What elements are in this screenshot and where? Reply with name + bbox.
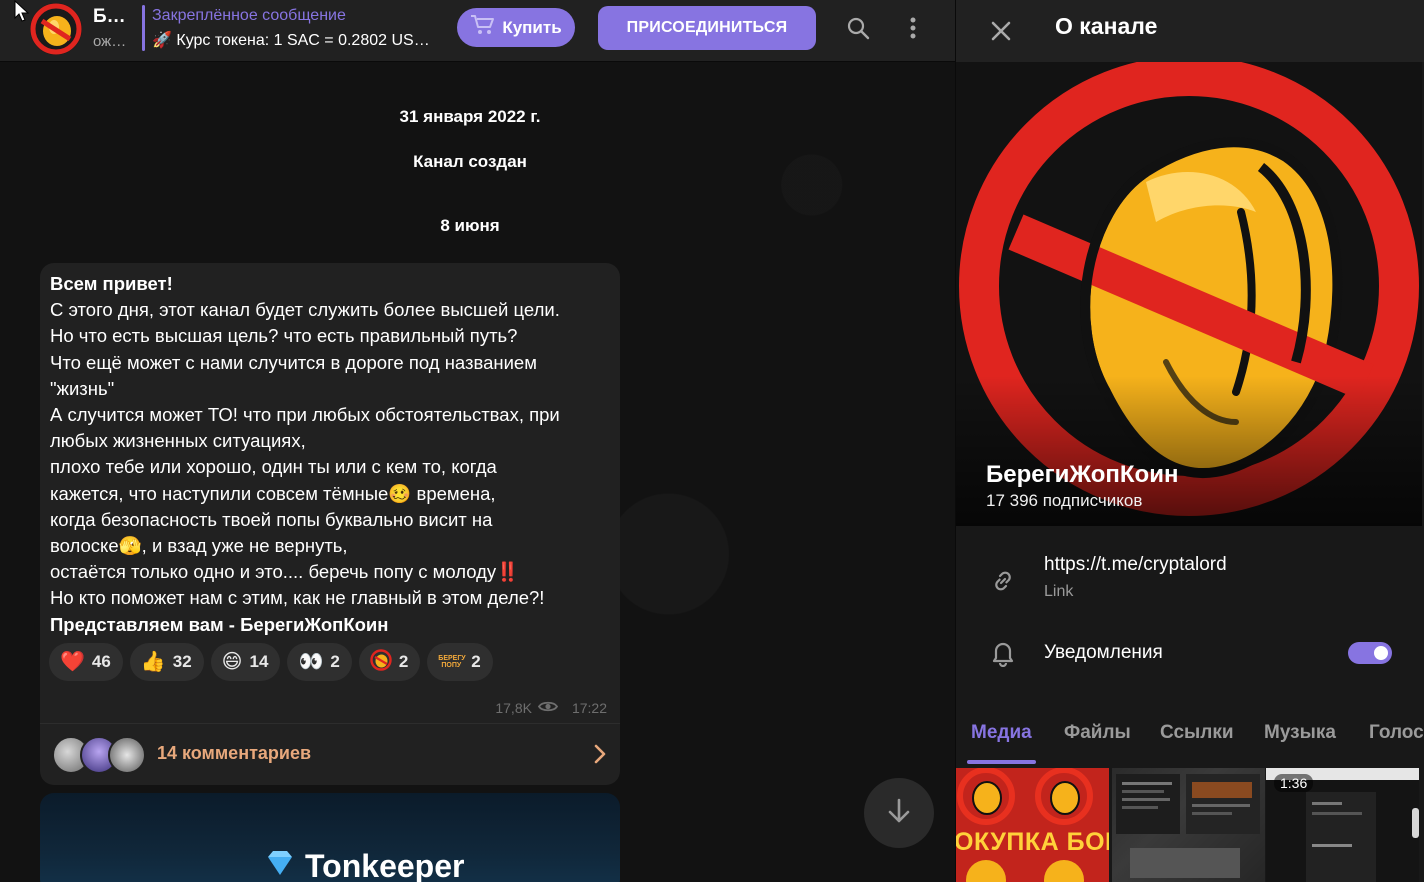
post-line: А случится может ТО! что при любых обсто…	[50, 404, 560, 426]
tab-links[interactable]: Ссылки	[1160, 712, 1234, 754]
video-duration: 1:36	[1274, 774, 1314, 792]
post-line: "жизнь"	[50, 377, 115, 399]
reaction-eyes[interactable]: 👀 2	[287, 643, 352, 681]
chat-column: Б… ож… Закреплённое сообщение 🚀 Курс ток…	[0, 0, 955, 882]
toggle-knob	[1372, 644, 1390, 662]
post-line: Что ещё может с нами случится в дороге п…	[50, 351, 537, 373]
reaction-count: 14	[249, 652, 269, 671]
post-line: любых жизненных ситуациях,	[50, 430, 306, 452]
media-tabs: Медиа Файлы Ссылки Музыка Голос	[956, 712, 1424, 766]
buy-button[interactable]: Купить	[457, 8, 575, 47]
sticker-icon: БЕРЕГУ ПОПУ	[438, 655, 466, 669]
post-line: волоске🫣, и взад уже не вернуть,	[50, 535, 348, 557]
views-count: 17,8K	[495, 700, 532, 716]
post-line: Всем привет!	[50, 273, 173, 294]
scroll-down-button[interactable]	[864, 778, 934, 848]
channel-link[interactable]: https://t.me/cryptalord	[1044, 554, 1227, 576]
pinned-label[interactable]: Закреплённое сообщение	[152, 7, 346, 25]
thumbs-up-icon: 👍	[140, 651, 166, 673]
close-icon[interactable]	[986, 16, 1016, 46]
telegram-window: Б… ож… Закреплённое сообщение 🚀 Курс ток…	[0, 0, 1424, 882]
post-meta: 17,8K 17:22	[495, 700, 607, 716]
post-line: Представляем вам - БерегиЖопКоин	[50, 613, 389, 635]
search-icon[interactable]	[842, 12, 874, 44]
next-post-preview[interactable]: Tonkeeper	[40, 793, 620, 882]
diamond-icon	[265, 848, 295, 882]
link-row[interactable]: https://t.me/cryptalord Link	[956, 540, 1424, 620]
service-message: Канал создан	[413, 152, 527, 171]
join-button[interactable]: ПРИСОЕДИНИТЬСЯ	[598, 6, 816, 50]
channel-logo-icon	[370, 648, 392, 676]
channel-name: БерегиЖопКоин	[986, 461, 1179, 488]
pinned-indicator	[142, 5, 145, 51]
post-line: Но кто поможет нам с этим, как не главны…	[50, 587, 545, 609]
buy-label: Купить	[502, 17, 562, 37]
reactions-bar: ❤️ 46 👍 32 😄 14 👀 2 2 БЕРЕГУ ПОПУ 2	[49, 643, 493, 681]
subscriber-count: 17 396 подписчиков	[986, 491, 1143, 510]
chat-header: Б… ож… Закреплённое сообщение 🚀 Курс ток…	[0, 0, 955, 62]
eyes-icon: 👀	[298, 651, 324, 673]
chevron-right-icon	[594, 744, 606, 769]
bell-icon	[988, 638, 1018, 668]
date-separator: 8 июня	[440, 216, 500, 235]
reaction-custom-logo[interactable]: 2	[358, 643, 421, 681]
media-thumb[interactable]	[1112, 768, 1265, 882]
media-thumb[interactable]: ОКУПКА БОНУСО	[956, 768, 1109, 882]
tab-voice[interactable]: Голос	[1369, 712, 1424, 754]
grin-icon: 😄	[221, 651, 243, 673]
pinned-text[interactable]: 🚀 Курс токена: 1 SAC = 0.2802 US…	[152, 30, 444, 50]
reaction-count: 2	[398, 652, 409, 671]
channel-title[interactable]: Б…	[93, 6, 126, 28]
post-line: остаётся только одно и это.... беречь по…	[50, 561, 520, 583]
eye-icon	[537, 700, 559, 716]
thumb-caption: ОКУПКА БОНУСО	[956, 828, 1109, 856]
channel-photo[interactable]: БерегиЖопКоин 17 396 подписчиков	[956, 62, 1422, 526]
comments-count: 14 комментариев	[157, 743, 312, 763]
cart-icon	[470, 14, 496, 41]
reaction-grin[interactable]: 😄 14	[210, 643, 281, 681]
tab-files[interactable]: Файлы	[1064, 712, 1131, 754]
reaction-count: 2	[471, 652, 481, 671]
post-text: Всем привет! С этого дня, этот канал буд…	[50, 271, 615, 638]
media-grid: ОКУПКА БОНУСО	[956, 768, 1424, 882]
reaction-thumbs-up[interactable]: 👍 32	[129, 643, 204, 681]
post-line: когда безопасность твоей попы буквально …	[50, 508, 493, 530]
notifications-toggle[interactable]	[1348, 642, 1392, 664]
mouse-cursor-icon	[14, 0, 30, 27]
comments-link[interactable]: 14 комментариев	[40, 723, 620, 785]
avatar	[108, 736, 146, 774]
panel-title: О канале	[1055, 13, 1158, 39]
link-caption: Link	[1044, 583, 1074, 600]
channel-info-panel: О канале БерегиЖопКоин 17 396 подписчико…	[955, 0, 1424, 882]
heart-icon: ❤️	[60, 651, 85, 673]
reaction-custom-sticker[interactable]: БЕРЕГУ ПОПУ 2	[427, 643, 493, 681]
notifications-label: Уведомления	[1044, 642, 1163, 663]
reaction-count: 46	[91, 652, 111, 671]
date-separator: 31 января 2022 г.	[399, 107, 541, 126]
more-vertical-icon[interactable]	[897, 12, 929, 44]
tab-media[interactable]: Медиа	[967, 712, 1036, 764]
arrow-down-icon	[886, 797, 912, 830]
reaction-count: 2	[330, 652, 340, 671]
post-line: кажется, что наступили совсем тёмные🥴 вр…	[50, 482, 496, 504]
next-post-title: Tonkeeper	[265, 848, 464, 882]
commenter-avatars	[52, 736, 147, 774]
reaction-heart[interactable]: ❤️ 46	[49, 643, 123, 681]
channel-avatar[interactable]	[30, 3, 82, 55]
post-line: Но что есть высшая цель? что есть правил…	[50, 325, 518, 347]
reaction-count: 32	[172, 652, 192, 671]
tab-music[interactable]: Музыка	[1264, 712, 1336, 754]
panel-header: О канале	[956, 0, 1424, 62]
link-icon	[988, 566, 1018, 596]
notifications-row[interactable]: Уведомления	[956, 625, 1424, 685]
post-line: С этого дня, этот канал будет служить бо…	[50, 299, 560, 321]
media-thumb-video[interactable]: 1:36	[1266, 768, 1419, 882]
post-line: плохо тебе или хорошо, один ты или с кем…	[50, 456, 497, 478]
channel-post[interactable]: Всем привет! С этого дня, этот канал буд…	[40, 263, 620, 785]
post-time: 17:22	[571, 700, 607, 716]
channel-subtitle: ож…	[93, 33, 127, 50]
